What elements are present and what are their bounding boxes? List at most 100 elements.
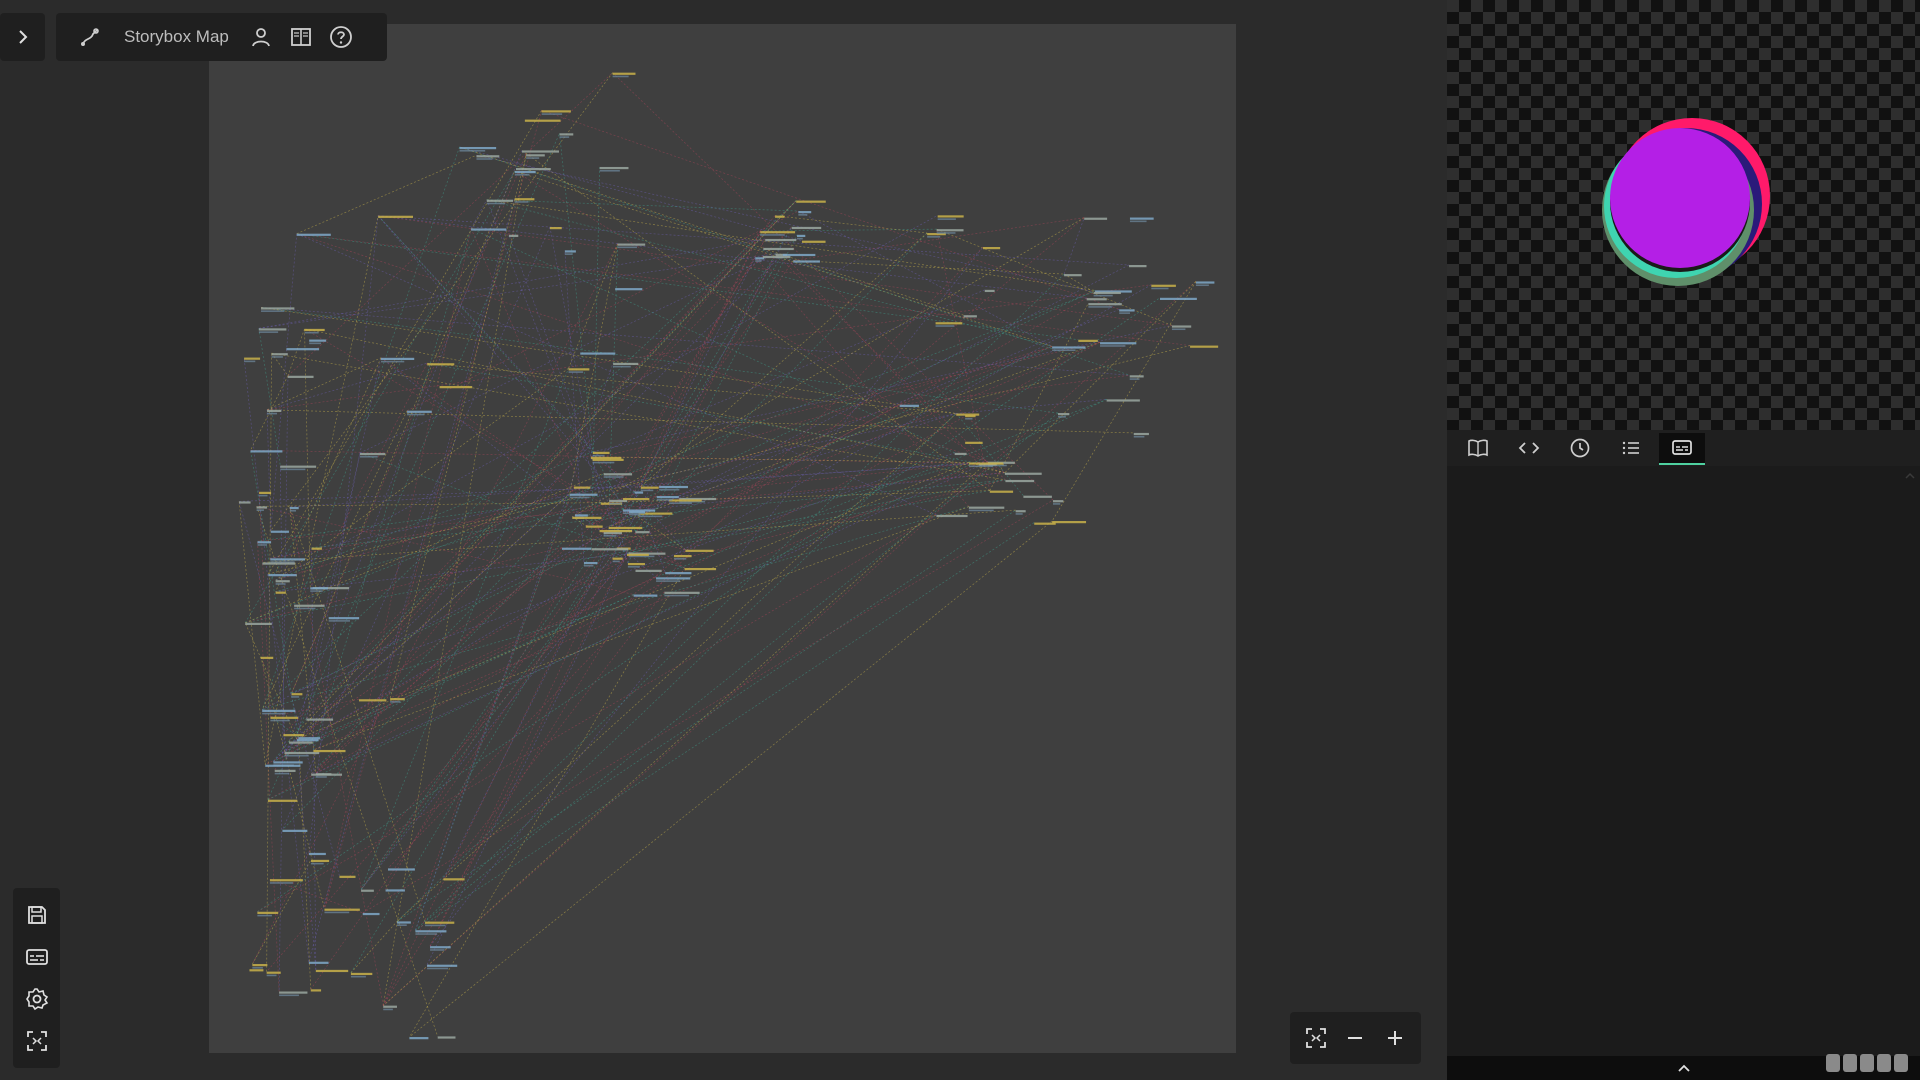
graph-node[interactable] — [245, 622, 272, 625]
graph-node[interactable] — [262, 562, 296, 565]
graph-node[interactable] — [603, 473, 633, 478]
graph-node[interactable] — [797, 234, 806, 240]
graph-node[interactable] — [954, 452, 967, 456]
graph-node[interactable] — [471, 228, 507, 231]
tab-book[interactable] — [1455, 433, 1501, 463]
graph-node[interactable] — [443, 878, 465, 881]
graph-node[interactable] — [427, 363, 455, 366]
graph-node[interactable] — [590, 456, 622, 460]
graph-node[interactable] — [635, 569, 662, 572]
graph-node[interactable] — [308, 961, 329, 964]
graph-node[interactable] — [1023, 495, 1052, 498]
user-button[interactable] — [241, 17, 281, 57]
graph-node[interactable] — [796, 200, 826, 203]
graph-node[interactable] — [378, 215, 414, 218]
graph-node[interactable] — [296, 233, 331, 236]
graph-node[interactable] — [250, 450, 283, 453]
graph-node[interactable] — [267, 409, 282, 415]
graph-node[interactable] — [271, 353, 288, 358]
graph-node[interactable] — [963, 315, 977, 318]
graph-node[interactable] — [585, 525, 603, 528]
graph-node[interactable] — [665, 572, 692, 575]
graph-node[interactable] — [260, 656, 274, 659]
graph-node[interactable] — [283, 734, 305, 737]
collapse-panel-button[interactable] — [1669, 1058, 1699, 1078]
graph-node[interactable] — [266, 971, 281, 977]
graph-node[interactable] — [956, 413, 980, 416]
graph-node[interactable] — [380, 357, 415, 363]
graph-node[interactable] — [936, 229, 964, 234]
graph-node[interactable] — [270, 530, 289, 533]
graph-node[interactable] — [583, 561, 598, 567]
graph-node[interactable] — [989, 490, 1014, 493]
graph-node[interactable] — [390, 698, 405, 703]
graph-node[interactable] — [564, 250, 576, 255]
graph-node[interactable] — [244, 357, 261, 363]
graph-node[interactable] — [522, 150, 559, 153]
graph-node[interactable] — [599, 166, 629, 172]
graph-node[interactable] — [287, 375, 314, 378]
graph-node[interactable] — [310, 859, 330, 865]
graph-node[interactable] — [387, 868, 415, 871]
graph-node[interactable] — [982, 247, 1001, 250]
graph-node[interactable] — [791, 226, 822, 230]
graph-node[interactable] — [617, 243, 646, 249]
graph-node[interactable] — [267, 799, 298, 802]
graph-node[interactable] — [1064, 274, 1082, 277]
graph-node[interactable] — [309, 339, 327, 345]
zoom-in-button[interactable] — [1377, 1020, 1413, 1056]
graph-node[interactable] — [280, 465, 317, 471]
graph-node[interactable] — [685, 549, 714, 552]
graph-node[interactable] — [239, 501, 251, 504]
graph-node[interactable] — [1005, 479, 1035, 483]
graph-node[interactable] — [279, 991, 308, 997]
graph-node[interactable] — [664, 591, 700, 597]
tab-history[interactable] — [1557, 433, 1603, 463]
graph-node[interactable] — [640, 486, 659, 492]
graph-node[interactable] — [407, 410, 432, 416]
graph-node[interactable] — [296, 739, 319, 742]
graph-node[interactable] — [936, 514, 968, 518]
graph-node[interactable] — [1058, 413, 1070, 418]
preview-viewport[interactable] — [1447, 0, 1920, 430]
graph-node[interactable] — [1190, 345, 1219, 348]
graph-node[interactable] — [798, 211, 812, 216]
graph-node[interactable] — [359, 699, 387, 702]
graph-node[interactable] — [289, 741, 313, 744]
graph-node[interactable] — [439, 386, 473, 389]
focus-button[interactable] — [19, 1023, 55, 1059]
graph-node[interactable] — [310, 587, 328, 592]
graph-node[interactable] — [559, 133, 574, 138]
graph-node[interactable] — [763, 247, 794, 251]
graph-node[interactable] — [656, 577, 691, 582]
graph-node[interactable] — [262, 709, 296, 715]
graph-node[interactable] — [659, 485, 688, 491]
graph-node[interactable] — [1171, 325, 1192, 331]
graph-node[interactable] — [1086, 298, 1107, 301]
graph-node[interactable] — [459, 146, 497, 152]
graph-node[interactable] — [427, 964, 458, 970]
graph-node[interactable] — [572, 516, 602, 519]
graph-node[interactable] — [306, 718, 334, 721]
graph-node[interactable] — [1052, 521, 1087, 524]
save-button[interactable] — [19, 897, 55, 933]
tab-subtitles[interactable] — [1659, 433, 1705, 465]
graph-node[interactable] — [633, 594, 658, 597]
scroll-up-arrow-icon[interactable] — [1904, 470, 1916, 482]
graph-node[interactable] — [516, 168, 551, 171]
graph-node[interactable] — [612, 72, 636, 78]
path-tool-button[interactable] — [70, 17, 110, 57]
graph-node[interactable] — [526, 154, 545, 159]
graph-node[interactable] — [1128, 265, 1147, 268]
graph-node[interactable] — [568, 368, 590, 373]
graph-node[interactable] — [268, 574, 297, 577]
graph-node[interactable] — [580, 352, 616, 355]
graph-node[interactable] — [514, 198, 535, 203]
book-button[interactable] — [281, 17, 321, 57]
graph-node[interactable] — [350, 972, 373, 978]
graph-node[interactable] — [311, 547, 322, 550]
graph-node[interactable] — [258, 328, 287, 333]
graph-node[interactable] — [613, 362, 639, 368]
graph-node[interactable] — [684, 567, 717, 571]
graph-node[interactable] — [549, 226, 562, 230]
